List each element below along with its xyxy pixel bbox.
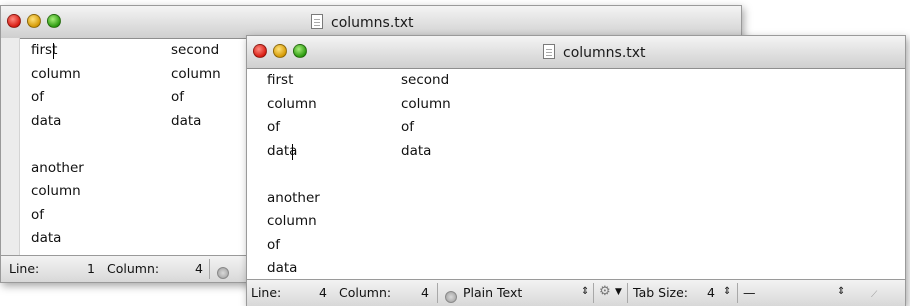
tab-size-label: Tab Size: [633, 285, 689, 300]
text-line: data data [267, 140, 867, 164]
text-cell: column [267, 95, 317, 112]
language-popup-arrows-icon[interactable]: ⇕ [581, 286, 589, 297]
chevron-down-icon[interactable]: ▼ [615, 287, 622, 297]
column-value: 4 [195, 261, 203, 276]
front-title-text: columns.txt [563, 45, 646, 61]
text-line [267, 163, 867, 187]
front-editor-window: columns.txt first second column column of o… [246, 35, 906, 306]
column-value: 4 [421, 285, 429, 300]
text-cell: another [267, 189, 320, 206]
status-divider [737, 283, 738, 303]
text-cell: of [171, 89, 185, 105]
text-cell: data [171, 112, 202, 129]
minimize-button[interactable] [27, 14, 41, 28]
text-line: column [267, 210, 867, 234]
text-cell: column [267, 213, 317, 229]
text-cell: of [267, 236, 281, 253]
text-cell: second [401, 72, 450, 88]
text-line: data data [31, 110, 251, 134]
text-cell: column [31, 183, 81, 199]
status-divider [627, 283, 628, 303]
text-line: data [267, 257, 867, 281]
symbol-popup-arrows-icon[interactable]: ⇕ [837, 286, 845, 297]
back-window-title: columns.txt [311, 14, 414, 31]
tab-size-value[interactable]: 4 [707, 285, 715, 300]
back-title-text: columns.txt [331, 15, 414, 31]
text-line: of of [31, 86, 251, 110]
document-icon [311, 14, 323, 29]
document-icon [543, 44, 555, 59]
text-line: column [31, 180, 251, 204]
language-popup[interactable]: Plain Text [463, 285, 522, 300]
text-line: another [31, 157, 251, 181]
status-divider [437, 283, 438, 303]
text-cell: column [401, 95, 451, 112]
text-line: another [267, 187, 867, 211]
line-label: Line: [251, 285, 282, 300]
status-divider [593, 283, 594, 303]
gear-menu-icon[interactable]: ⚙ [599, 284, 611, 299]
line-value: 4 [319, 285, 327, 300]
text-cell: data [31, 112, 62, 129]
text-line: column column [31, 63, 251, 87]
text-cell: first [267, 72, 294, 88]
text-cell: second [171, 42, 220, 58]
tab-size-arrows-icon[interactable]: ⇕ [723, 286, 731, 297]
column-label: Column: [107, 261, 160, 276]
text-line: first second [267, 69, 867, 93]
resize-grip-icon[interactable]: ⟋ [871, 290, 877, 300]
text-line: of [267, 234, 867, 258]
text-line: first second [31, 39, 251, 63]
line-value: 1 [87, 261, 95, 276]
text-cell: data [401, 142, 432, 159]
text-cell: column [31, 65, 81, 82]
line-label: Line: [9, 261, 40, 276]
text-cell: of [31, 89, 45, 105]
front-title-bar[interactable]: columns.txt [247, 36, 905, 69]
text-line: data [31, 227, 251, 251]
back-gutter [1, 38, 20, 282]
status-divider [209, 259, 210, 279]
text-line: column column [267, 93, 867, 117]
text-cell: data [31, 230, 62, 246]
text-cell: another [31, 159, 84, 176]
text-line [31, 133, 251, 157]
text-cell: data [267, 260, 298, 276]
column-label: Column: [339, 285, 392, 300]
symbol-popup[interactable]: — [743, 285, 756, 300]
text-line: of of [267, 116, 867, 140]
text-cell: of [401, 119, 415, 135]
minimize-button[interactable] [273, 44, 287, 58]
text-cursor [53, 43, 54, 59]
zoom-button[interactable] [47, 14, 61, 28]
text-cursor [292, 143, 293, 160]
front-status-bar: Line: 4 Column: 4 Plain Text ⇕ ⚙ ▼ Tab S… [247, 279, 905, 306]
back-text-area[interactable]: first second column column of of data data a… [31, 39, 251, 251]
front-text-area[interactable]: first second column column of of data data a… [267, 69, 867, 281]
front-window-title: columns.txt [543, 44, 646, 61]
text-line: of [31, 204, 251, 228]
text-cell: of [267, 119, 281, 135]
close-button[interactable] [7, 14, 21, 28]
text-cell: of [31, 206, 45, 223]
zoom-button[interactable] [293, 44, 307, 58]
close-button[interactable] [253, 44, 267, 58]
text-cell: column [171, 65, 221, 82]
